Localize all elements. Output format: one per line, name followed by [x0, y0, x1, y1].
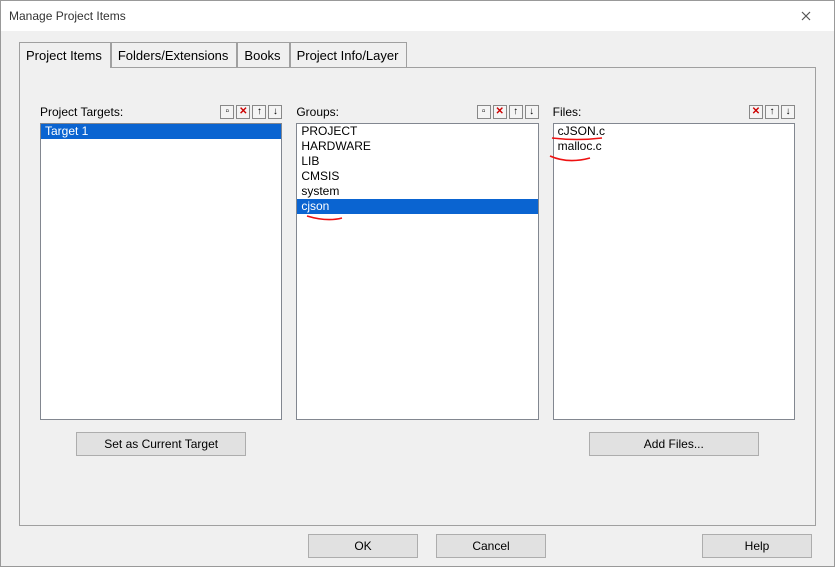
groups-column: Groups: ▫ ✕ ↑ ↓ PROJECT HARDWARE LIB CMS…: [296, 102, 538, 456]
targets-listbox[interactable]: Target 1: [40, 123, 282, 420]
list-item[interactable]: malloc.c: [554, 139, 794, 154]
set-current-target-button[interactable]: Set as Current Target: [76, 432, 246, 456]
titlebar: Manage Project Items: [1, 1, 834, 31]
list-item[interactable]: HARDWARE: [297, 139, 537, 154]
groups-delete-icon[interactable]: ✕: [493, 105, 507, 119]
groups-up-icon[interactable]: ↑: [509, 105, 523, 119]
files-label: Files:: [553, 105, 749, 119]
tabs-row: Project Items Folders/Extensions Books P…: [1, 31, 834, 67]
files-listbox[interactable]: cJSON.c malloc.c: [553, 123, 795, 420]
window-title: Manage Project Items: [9, 9, 786, 23]
add-files-button[interactable]: Add Files...: [589, 432, 759, 456]
targets-delete-icon[interactable]: ✕: [236, 105, 250, 119]
groups-label: Groups:: [296, 105, 476, 119]
list-item[interactable]: system: [297, 184, 537, 199]
tab-project-info-layer[interactable]: Project Info/Layer: [290, 42, 408, 68]
list-item[interactable]: cjson: [297, 199, 537, 214]
groups-down-icon[interactable]: ↓: [525, 105, 539, 119]
tab-project-items[interactable]: Project Items: [19, 42, 111, 68]
cancel-button[interactable]: Cancel: [436, 534, 546, 558]
bottom-bar: OK Cancel Help: [1, 526, 834, 566]
files-delete-icon[interactable]: ✕: [749, 105, 763, 119]
list-item[interactable]: cJSON.c: [554, 124, 794, 139]
list-item[interactable]: Target 1: [41, 124, 281, 139]
tab-books[interactable]: Books: [237, 42, 289, 68]
files-down-icon[interactable]: ↓: [781, 105, 795, 119]
ok-button[interactable]: OK: [308, 534, 418, 558]
tab-folders-extensions[interactable]: Folders/Extensions: [111, 42, 238, 68]
list-item[interactable]: PROJECT: [297, 124, 537, 139]
files-column: Files: ✕ ↑ ↓ cJSON.c malloc.c Add Files.…: [553, 102, 795, 456]
targets-label: Project Targets:: [40, 105, 220, 119]
help-button[interactable]: Help: [702, 534, 812, 558]
targets-column: Project Targets: ▫ ✕ ↑ ↓ Target 1 Set as…: [40, 102, 282, 456]
targets-up-icon[interactable]: ↑: [252, 105, 266, 119]
targets-new-icon[interactable]: ▫: [220, 105, 234, 119]
tab-page: Project Targets: ▫ ✕ ↑ ↓ Target 1 Set as…: [19, 67, 816, 526]
groups-new-icon[interactable]: ▫: [477, 105, 491, 119]
list-item[interactable]: CMSIS: [297, 169, 537, 184]
groups-listbox[interactable]: PROJECT HARDWARE LIB CMSIS system cjson: [296, 123, 538, 420]
targets-down-icon[interactable]: ↓: [268, 105, 282, 119]
files-up-icon[interactable]: ↑: [765, 105, 779, 119]
close-button[interactable]: [786, 2, 826, 30]
list-item[interactable]: LIB: [297, 154, 537, 169]
